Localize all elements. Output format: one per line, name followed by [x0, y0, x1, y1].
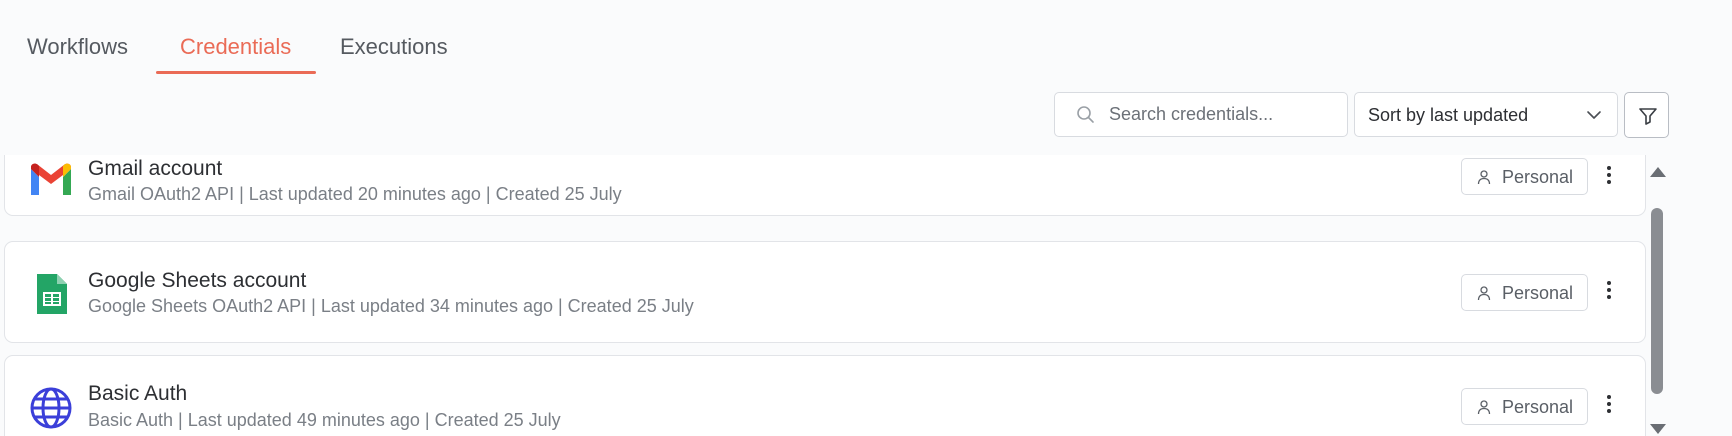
scroll-down-arrow-icon[interactable]	[1650, 424, 1666, 434]
tab-bar: Workflows Credentials Executions	[0, 0, 1732, 76]
personal-badge[interactable]: Personal	[1461, 388, 1588, 425]
badge-label: Personal	[1502, 397, 1574, 417]
scrollbar-thumb[interactable]	[1651, 208, 1663, 394]
filter-icon	[1639, 108, 1657, 125]
chevron-down-icon	[1587, 111, 1601, 119]
tab-executions[interactable]: Executions	[340, 34, 448, 60]
scroll-up-arrow-icon[interactable]	[1650, 167, 1666, 177]
scrollbar[interactable]	[1648, 162, 1666, 436]
gmail-icon	[31, 163, 71, 195]
user-icon	[1477, 400, 1491, 415]
tab-workflows[interactable]: Workflows	[27, 34, 128, 60]
personal-badge[interactable]: Personal	[1461, 158, 1588, 195]
search-input[interactable]	[1109, 93, 1341, 136]
credentials-list: Gmail account Gmail OAuth2 API | Last up…	[0, 155, 1650, 436]
sort-select[interactable]: Sort by last updated	[1354, 92, 1618, 137]
badge-label: Personal	[1502, 283, 1574, 303]
search-icon	[1077, 106, 1094, 123]
credential-meta: Gmail OAuth2 API | Last updated 20 minut…	[88, 184, 622, 204]
active-tab-indicator	[156, 71, 316, 74]
credential-name: Gmail account	[88, 157, 223, 180]
filter-button[interactable]	[1624, 92, 1669, 138]
user-icon	[1477, 286, 1491, 301]
more-options-button[interactable]	[1597, 161, 1621, 191]
google-sheets-icon	[37, 274, 67, 314]
tab-credentials[interactable]: Credentials	[180, 34, 291, 60]
globe-icon	[30, 387, 72, 429]
credential-card[interactable]: Basic Auth Basic Auth | Last updated 49 …	[4, 355, 1646, 436]
more-options-button[interactable]	[1597, 390, 1621, 420]
credential-meta: Google Sheets OAuth2 API | Last updated …	[88, 296, 694, 316]
credential-meta: Basic Auth | Last updated 49 minutes ago…	[88, 410, 561, 430]
credential-name: Google Sheets account	[88, 269, 307, 292]
search-box	[1054, 92, 1348, 137]
sort-selected-value: Sort by last updated	[1368, 105, 1529, 125]
credential-card[interactable]: Google Sheets account Google Sheets OAut…	[4, 241, 1646, 343]
user-icon	[1477, 170, 1491, 185]
badge-label: Personal	[1502, 167, 1574, 187]
credential-card[interactable]: Gmail account Gmail OAuth2 API | Last up…	[4, 155, 1646, 216]
credential-name: Basic Auth	[88, 382, 188, 405]
more-options-button[interactable]	[1597, 276, 1621, 306]
personal-badge[interactable]: Personal	[1461, 274, 1588, 311]
